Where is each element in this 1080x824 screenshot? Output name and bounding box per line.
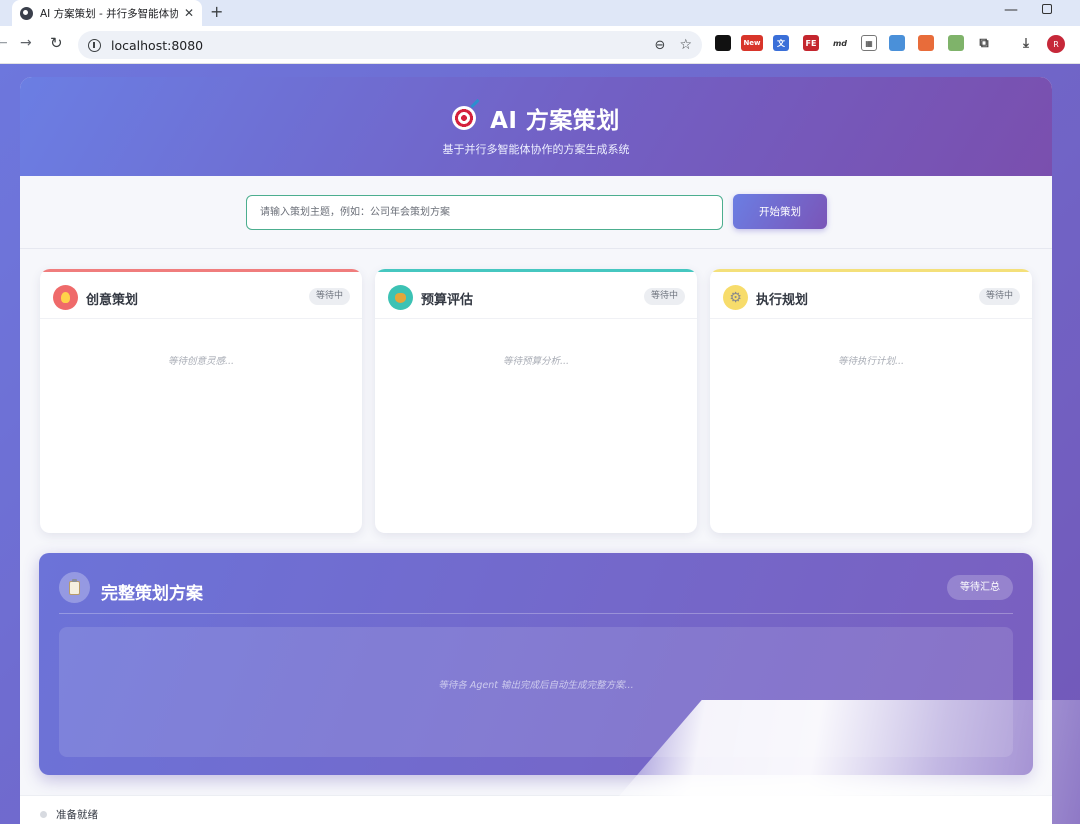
card-title: 创意策划	[86, 293, 139, 308]
money-bag-icon	[388, 285, 413, 310]
card-header: 创意策划 等待中	[40, 269, 362, 319]
divider	[59, 613, 1013, 614]
card-extension-icon[interactable]	[889, 35, 905, 51]
globe-icon	[20, 6, 33, 20]
agent-card-budget: 预算评估 等待中 等待预算分析...	[375, 269, 697, 533]
card-header: 预算评估 等待中	[375, 269, 697, 319]
status-badge: 等待中	[643, 288, 685, 305]
page-title: AI 方案策划	[490, 108, 620, 134]
agent-card-creative: 创意策划 等待中 等待创意灵感...	[40, 269, 362, 533]
status-text: 准备就绪	[56, 809, 98, 821]
card-header: ⚙ 执行规划 等待中	[710, 269, 1032, 319]
start-planning-button[interactable]: 开始策划	[733, 194, 827, 229]
final-plan-content: 等待各 Agent 输出完成后自动生成完整方案...	[59, 627, 1013, 757]
puzzle-extensions-icon[interactable]: ⧉	[976, 35, 992, 51]
maximize-window-button[interactable]	[1042, 4, 1052, 14]
card-placeholder: 等待创意灵感...	[167, 356, 235, 367]
card-title: 执行规划	[756, 293, 809, 308]
topic-input-section: 开始策划	[20, 176, 1052, 249]
status-bar: 准备就绪	[20, 795, 1052, 824]
url-text[interactable]: localhost:8080	[111, 38, 655, 53]
app-container: AI 方案策划 基于并行多智能体协作的方案生成系统 开始策划 创意策划 等待中 …	[20, 77, 1052, 824]
lightbulb-icon	[53, 285, 78, 310]
forward-arrow-icon[interactable]: →	[20, 35, 32, 51]
clipboard-icon	[59, 572, 90, 603]
md-extension-icon[interactable]: md	[832, 35, 848, 51]
status-badge: 等待中	[978, 288, 1020, 305]
address-bar[interactable]: localhost:8080 ⊖ ☆	[78, 31, 702, 59]
tab-title: AI 方案策划 - 并行多智能体协作	[40, 7, 178, 20]
topic-input[interactable]	[246, 195, 723, 230]
card-placeholder: 等待执行计划...	[837, 356, 905, 367]
site-info-icon[interactable]	[88, 38, 101, 52]
back-arrow-icon[interactable]: ←	[0, 35, 8, 51]
qr-extension-icon[interactable]: ▦	[861, 35, 877, 51]
download-icon[interactable]: ⤓	[1018, 35, 1034, 51]
square-extension-icon[interactable]	[715, 35, 731, 51]
gear-icon: ⚙	[723, 285, 748, 310]
zoom-icon[interactable]: ⊖	[655, 38, 666, 53]
new-tab-button[interactable]: +	[210, 2, 223, 21]
browser-toolbar: ← → ↻ localhost:8080 ⊖ ☆ New 文 FE md ▦ ⧉…	[0, 26, 1080, 64]
final-plan-panel: 完整策划方案 等待汇总 等待各 Agent 输出完成后自动生成完整方案...	[39, 553, 1033, 775]
status-badge: 等待中	[308, 288, 350, 305]
target-icon	[452, 106, 477, 130]
people-extension-icon[interactable]	[918, 35, 934, 51]
agent-card-execution: ⚙ 执行规划 等待中 等待执行计划...	[710, 269, 1032, 533]
card-placeholder: 等待预算分析...	[502, 356, 570, 367]
title-row: AI 方案策划	[20, 101, 1052, 135]
profile-avatar[interactable]: R	[1047, 35, 1065, 53]
new-extension-icon[interactable]: New	[741, 35, 763, 51]
minimize-window-button[interactable]: —	[1004, 2, 1018, 18]
status-badge: 等待汇总	[947, 575, 1013, 600]
close-tab-icon[interactable]: ✕	[184, 6, 194, 20]
fe-extension-icon[interactable]: FE	[803, 35, 819, 51]
reload-icon[interactable]: ↻	[50, 34, 63, 52]
bookmark-star-icon[interactable]: ☆	[679, 37, 692, 53]
page-header: AI 方案策划 基于并行多智能体协作的方案生成系统	[20, 77, 1052, 176]
page-subtitle: 基于并行多智能体协作的方案生成系统	[442, 143, 630, 156]
final-plan-placeholder: 等待各 Agent 输出完成后自动生成完整方案...	[438, 680, 634, 691]
final-plan-title: 完整策划方案	[101, 584, 203, 604]
browser-tab-bar: AI 方案策划 - 并行多智能体协作 ✕ + —	[0, 0, 1080, 26]
browser-tab[interactable]: AI 方案策划 - 并行多智能体协作 ✕	[12, 0, 202, 26]
book-extension-icon[interactable]	[948, 35, 964, 51]
card-title: 预算评估	[421, 293, 474, 308]
status-indicator-dot	[40, 811, 47, 818]
translate-extension-icon[interactable]: 文	[773, 35, 789, 51]
